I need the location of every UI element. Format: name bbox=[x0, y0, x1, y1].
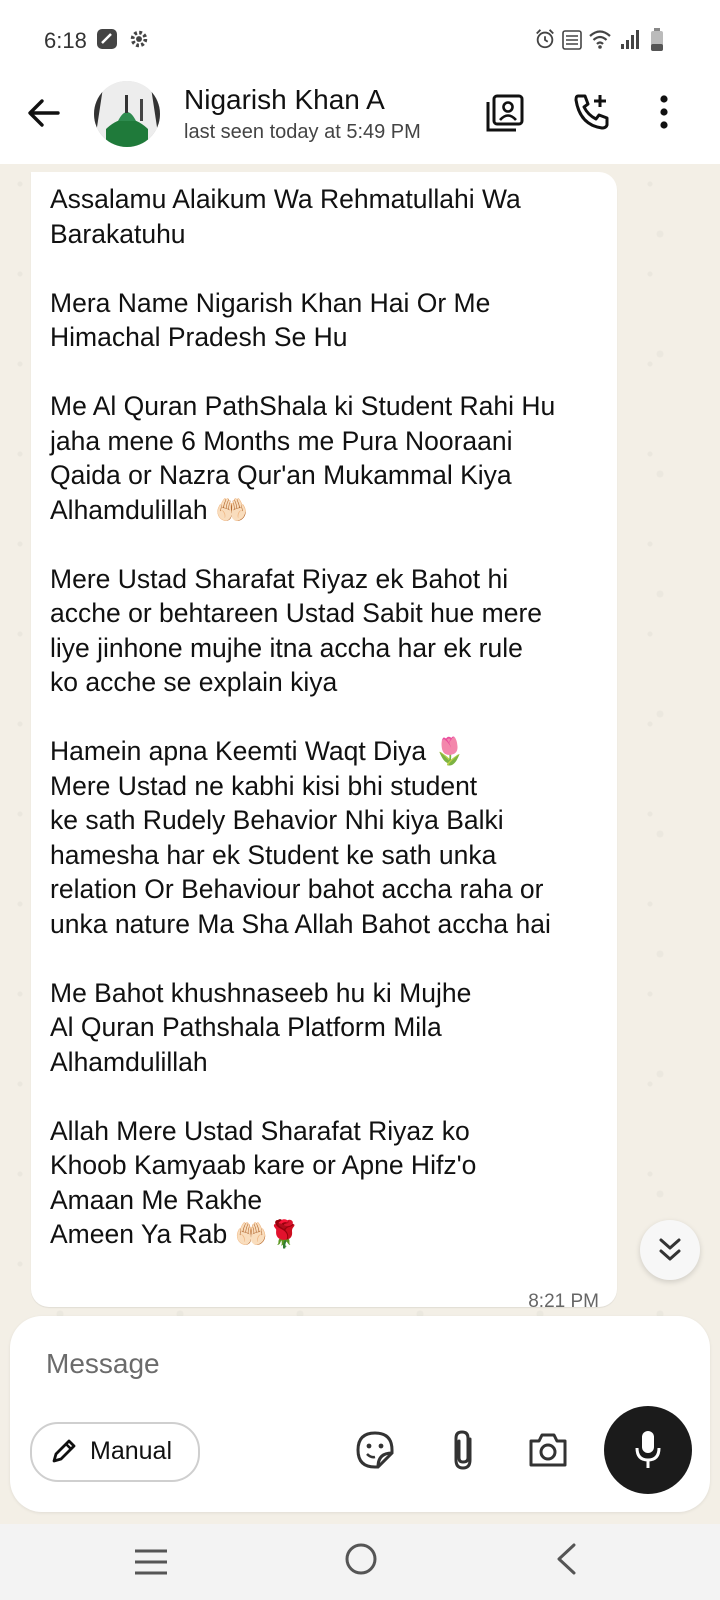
volte-icon bbox=[562, 30, 582, 50]
manual-button[interactable]: Manual bbox=[30, 1422, 200, 1482]
status-time: 6:18 bbox=[44, 28, 87, 53]
recent-apps-icon[interactable] bbox=[134, 1548, 168, 1576]
mic-icon bbox=[635, 1430, 661, 1470]
sticker-icon[interactable] bbox=[356, 1431, 394, 1469]
more-vert-icon[interactable] bbox=[658, 94, 670, 130]
signal-icon bbox=[620, 28, 642, 50]
double-chevron-down-icon bbox=[658, 1236, 682, 1264]
avatar[interactable] bbox=[94, 81, 160, 147]
message-composer: Manual bbox=[10, 1316, 710, 1512]
paperclip-icon[interactable] bbox=[450, 1429, 476, 1471]
battery-icon bbox=[650, 28, 664, 52]
manual-label: Manual bbox=[90, 1437, 172, 1465]
pencil-icon bbox=[50, 1437, 78, 1465]
contact-name[interactable]: Nigarish Khan A bbox=[184, 84, 385, 116]
message-text: Assalamu Alaikum Wa Rehmatullahi Wa Bara… bbox=[50, 184, 556, 1249]
last-seen-status: last seen today at 5:49 PM bbox=[184, 121, 421, 143]
message-input[interactable] bbox=[44, 1338, 648, 1390]
contact-card-icon[interactable] bbox=[486, 94, 524, 132]
scroll-to-bottom-button[interactable] bbox=[640, 1220, 700, 1280]
arrow-left-icon[interactable] bbox=[26, 96, 62, 130]
settings-gear-icon bbox=[128, 28, 150, 50]
camera-icon[interactable] bbox=[528, 1432, 568, 1468]
message-timestamp: 8:21 PM bbox=[528, 1291, 599, 1312]
chat-header: Nigarish Khan A last seen today at 5:49 … bbox=[0, 80, 720, 164]
add-call-icon[interactable] bbox=[572, 92, 612, 132]
back-nav-icon[interactable] bbox=[554, 1543, 578, 1575]
home-icon[interactable] bbox=[344, 1542, 378, 1576]
voice-record-button[interactable] bbox=[604, 1406, 692, 1494]
message-bubble[interactable]: Assalamu Alaikum Wa Rehmatullahi Wa Bara… bbox=[31, 172, 617, 1312]
alarm-icon bbox=[534, 28, 556, 50]
status-bar: 6:18 bbox=[0, 0, 720, 80]
system-nav-bar bbox=[0, 1524, 720, 1600]
wifi-icon bbox=[588, 28, 612, 50]
app-badge-icon bbox=[96, 28, 118, 50]
